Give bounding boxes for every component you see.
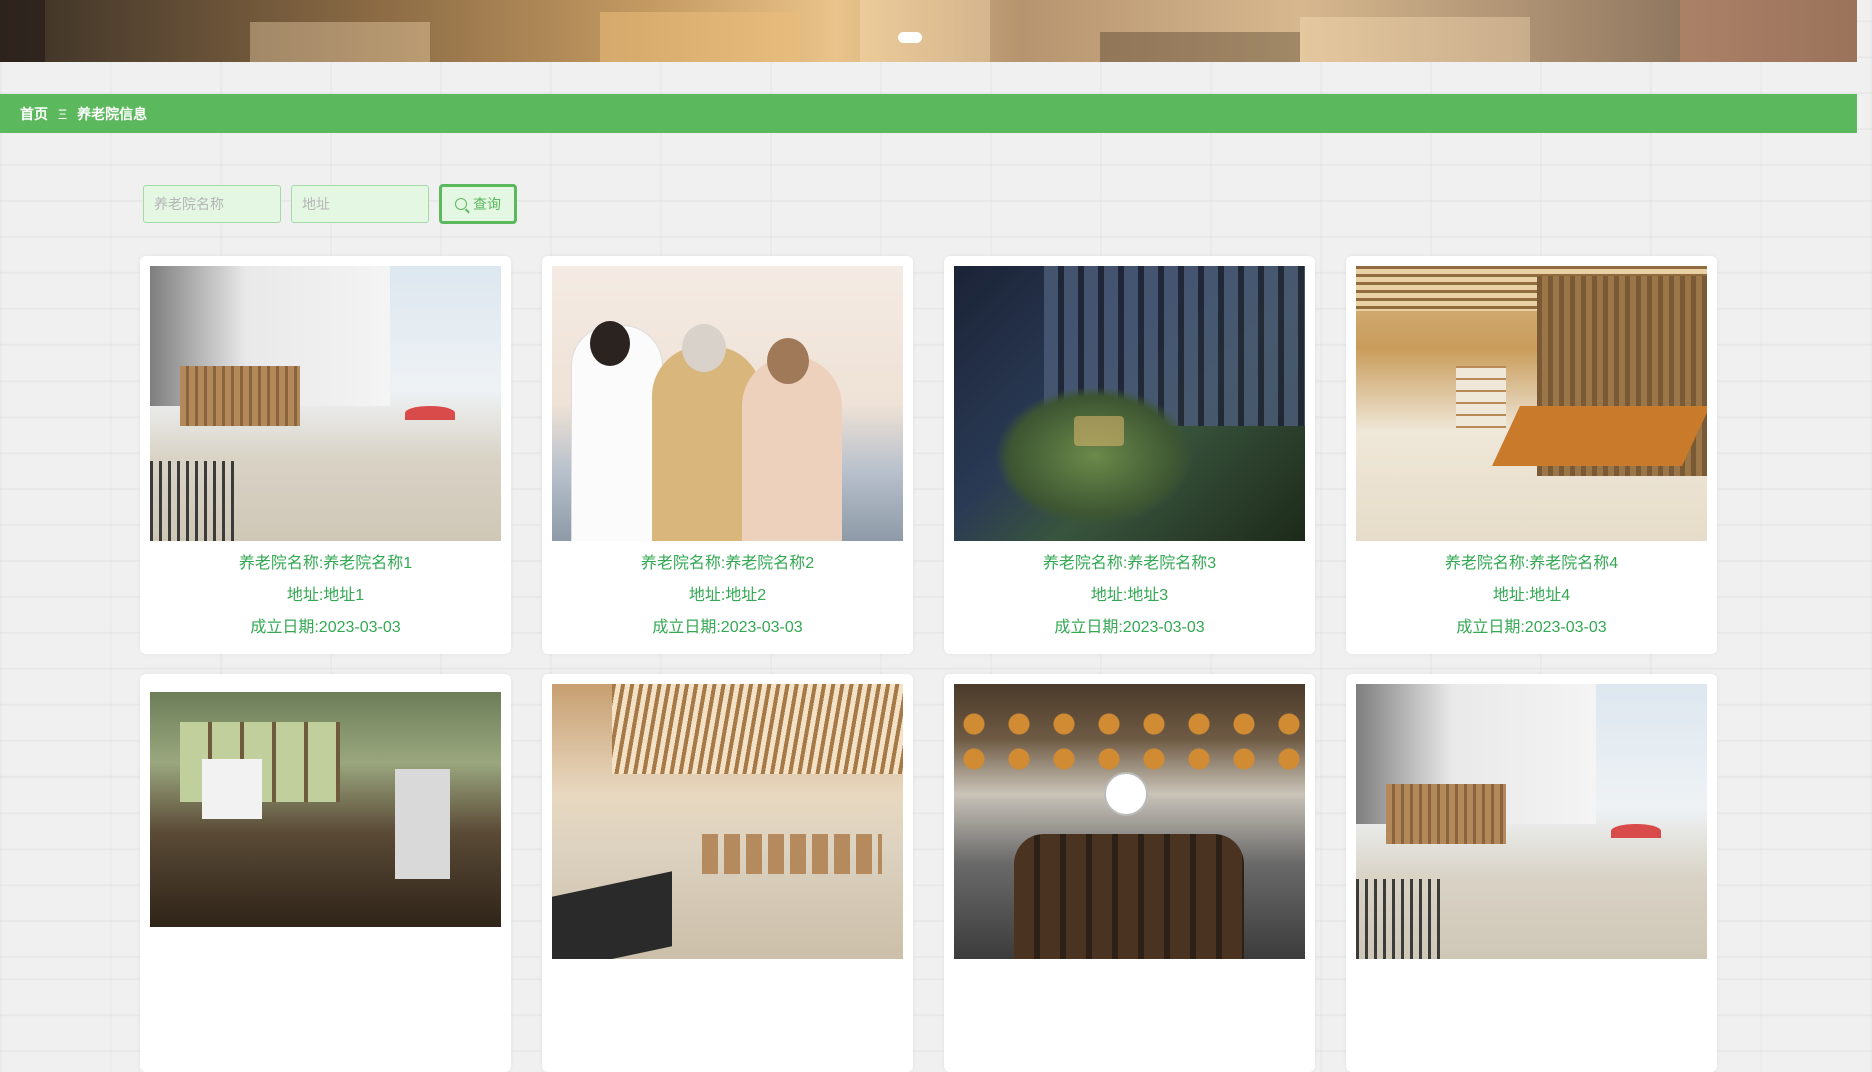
card-name: 养老院名称:养老院名称4 bbox=[1444, 555, 1619, 572]
breadcrumb: 首页 Ξ 养老院信息 bbox=[0, 94, 1857, 133]
nursing-home-card[interactable] bbox=[944, 674, 1315, 1072]
card-date: 成立日期:2023-03-03 bbox=[652, 619, 803, 636]
name-search-input[interactable] bbox=[143, 185, 281, 223]
card-date: 成立日期:2023-03-03 bbox=[1456, 619, 1607, 636]
card-date: 成立日期:2023-03-03 bbox=[250, 619, 401, 636]
nursing-home-card[interactable]: 养老院名称:养老院名称1 地址:地址1 成立日期:2023-03-03 bbox=[140, 256, 511, 654]
card-address: 地址:地址1 bbox=[286, 587, 365, 604]
rooftop-terrace-photo bbox=[150, 266, 501, 541]
banner-carousel[interactable] bbox=[0, 0, 1857, 62]
courtyard-night-photo bbox=[954, 266, 1305, 541]
nursing-home-card[interactable]: 养老院名称:养老院名称3 地址:地址3 成立日期:2023-03-03 bbox=[944, 256, 1315, 654]
card-address: 地址:地址2 bbox=[688, 587, 767, 604]
nursing-home-card[interactable]: 养老院名称:养老院名称2 地址:地址2 成立日期:2023-03-03 bbox=[542, 256, 913, 654]
nursing-home-card[interactable] bbox=[542, 674, 913, 1072]
address-search-input[interactable] bbox=[291, 185, 429, 223]
nursing-home-card[interactable] bbox=[1346, 674, 1717, 1072]
search-bar: 查询 bbox=[143, 184, 517, 224]
search-icon bbox=[455, 198, 467, 210]
tea-room-photo bbox=[1356, 266, 1707, 541]
carousel-indicator-dot[interactable] bbox=[898, 32, 922, 43]
card-address: 地址:地址4 bbox=[1492, 587, 1571, 604]
breadcrumb-current: 养老院信息 bbox=[77, 105, 148, 122]
breadcrumb-separator: Ξ bbox=[58, 105, 68, 122]
nursing-home-list: 养老院名称:养老院名称1 地址:地址1 成立日期:2023-03-03 养老院名… bbox=[140, 256, 1717, 1072]
nursing-home-card[interactable]: 养老院名称:养老院名称4 地址:地址4 成立日期:2023-03-03 bbox=[1346, 256, 1717, 654]
doctor-with-elderly-couple-photo bbox=[552, 266, 903, 541]
card-address: 地址:地址3 bbox=[1090, 587, 1169, 604]
activity-room-photo bbox=[150, 684, 501, 959]
search-button-label: 查询 bbox=[473, 196, 501, 212]
dining-hall-photo bbox=[954, 684, 1305, 959]
search-button[interactable]: 查询 bbox=[439, 184, 517, 224]
card-name: 养老院名称:养老院名称3 bbox=[1042, 555, 1217, 572]
card-date: 成立日期:2023-03-03 bbox=[1054, 619, 1205, 636]
rooftop-terrace-photo bbox=[1356, 684, 1707, 959]
card-name: 养老院名称:养老院名称2 bbox=[640, 555, 815, 572]
fitness-hall-photo bbox=[552, 684, 903, 959]
nursing-home-card[interactable] bbox=[140, 674, 511, 1072]
breadcrumb-home-link[interactable]: 首页 bbox=[20, 104, 48, 124]
card-name: 养老院名称:养老院名称1 bbox=[238, 555, 413, 572]
